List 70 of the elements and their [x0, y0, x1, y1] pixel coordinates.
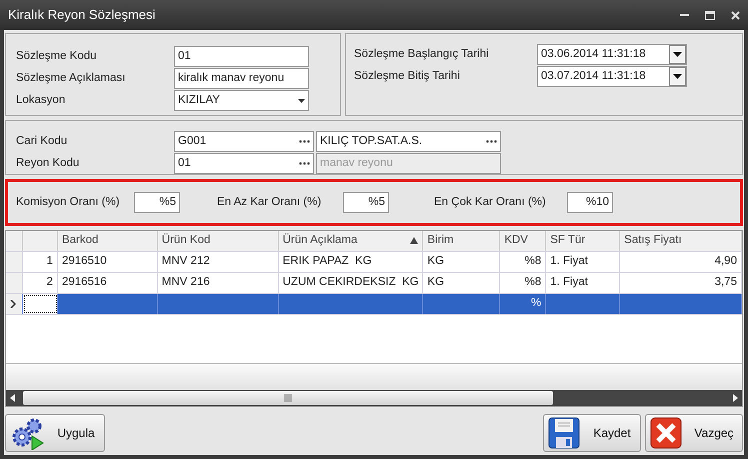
table-cell: %8 [500, 272, 546, 293]
row-number [22, 294, 58, 314]
rate-field[interactable]: %5 [343, 192, 389, 213]
rate-label: En Az Kar Oranı (%) [217, 194, 322, 210]
dropdown-button-icon[interactable] [669, 45, 686, 64]
field-label: Lokasyon [16, 92, 66, 108]
dropdown-field[interactable]: KIZILAY [174, 90, 309, 111]
table-cell: 1. Fiyat [546, 252, 620, 272]
field-label: Sözleşme Açıklaması [16, 70, 126, 86]
table-cell: 3,75 [620, 272, 742, 293]
window-title: Kiralık Reyon Sözleşmesi [8, 6, 156, 24]
column-header[interactable]: Barkod [58, 230, 158, 251]
row-number: 1 [22, 252, 58, 272]
close-icon[interactable] [731, 10, 740, 20]
table-cell: %8 [500, 252, 546, 272]
ellipsis-icon[interactable] [299, 140, 310, 144]
table-cell: MNV 216 [158, 272, 279, 293]
field-label: Sözleşme Kodu [16, 48, 98, 64]
dropdown-button-icon[interactable] [669, 67, 686, 86]
table-cell: MNV 212 [158, 252, 279, 272]
dropdown-field[interactable]: 03.07.2014 11:31:18 [537, 66, 687, 87]
scroll-thumb[interactable] [23, 391, 553, 405]
rate-label: Komisyon Oranı (%) [16, 194, 121, 210]
save-button[interactable]: Kaydet [543, 414, 641, 452]
table-cell: ERIK PAPAZ KG [278, 252, 424, 272]
cancel-icon [650, 417, 682, 449]
table-cell: 2916516 [58, 272, 158, 293]
rate-field[interactable]: %5 [134, 192, 180, 213]
minimize-icon[interactable] [680, 14, 689, 16]
lookup-field[interactable]: G001 [174, 131, 314, 152]
caret-icon[interactable] [298, 98, 305, 102]
table-cell: % [500, 294, 546, 314]
ellipsis-icon[interactable] [486, 140, 497, 144]
field-label: Reyon Kodu [16, 156, 80, 172]
row-number: 2 [22, 272, 58, 293]
maximize-icon[interactable] [705, 10, 715, 20]
table-cell: 1. Fiyat [546, 272, 620, 293]
table-cell: 4,90 [620, 252, 742, 272]
horizontal-scrollbar[interactable] [6, 390, 742, 406]
table-row[interactable]: 1 2916510 MNV 212 ERIK PAPAZ KG KG %8 1. Fiyat 4,90 [6, 252, 742, 273]
rate-field[interactable]: %10 [567, 192, 613, 213]
ellipsis-icon[interactable] [299, 162, 310, 166]
apply-button[interactable]: Uygula [5, 414, 105, 452]
grip-icon [284, 394, 292, 402]
table-cell: KG [423, 252, 500, 272]
row-header-cell [22, 230, 58, 251]
gears-play-icon [10, 416, 44, 450]
selected-row[interactable]: % [6, 294, 742, 315]
column-header[interactable]: Ürün Açıklama [278, 230, 424, 251]
rate-label: En Çok Kar Oranı (%) [434, 194, 547, 210]
dropdown-field[interactable]: 03.06.2014 11:31:18 [537, 44, 687, 65]
text-field[interactable]: kiralık manav reyonu [174, 68, 309, 89]
table-cell: 2916510 [58, 252, 158, 272]
column-header[interactable]: Ürün Kod [158, 230, 279, 251]
field-label: Sözleşme Başlangıç Tarihi [354, 46, 490, 62]
row-indicator[interactable] [6, 294, 23, 314]
field-label: Cari Kodu [16, 134, 68, 150]
column-header[interactable]: Satış Fiyatı [620, 230, 742, 251]
column-header[interactable]: Birim [423, 230, 500, 251]
column-header[interactable]: KDV [500, 230, 546, 251]
column-header[interactable]: SF Tür [546, 230, 620, 251]
table-cell: KG [423, 272, 500, 293]
cancel-button[interactable]: Vazgeç [645, 414, 743, 452]
table-cell: UZUM CEKIRDEKSIZ KG [278, 272, 424, 293]
text-field[interactable]: 01 [174, 46, 309, 67]
current-row-icon [10, 300, 16, 308]
lookup-field: manav reyonu [316, 153, 501, 174]
lookup-field[interactable]: KILIÇ TOP.SAT.A.S. [316, 131, 501, 152]
lookup-field[interactable]: 01 [174, 153, 314, 174]
field-label: Sözleşme Bitiş Tarihi [354, 68, 461, 84]
